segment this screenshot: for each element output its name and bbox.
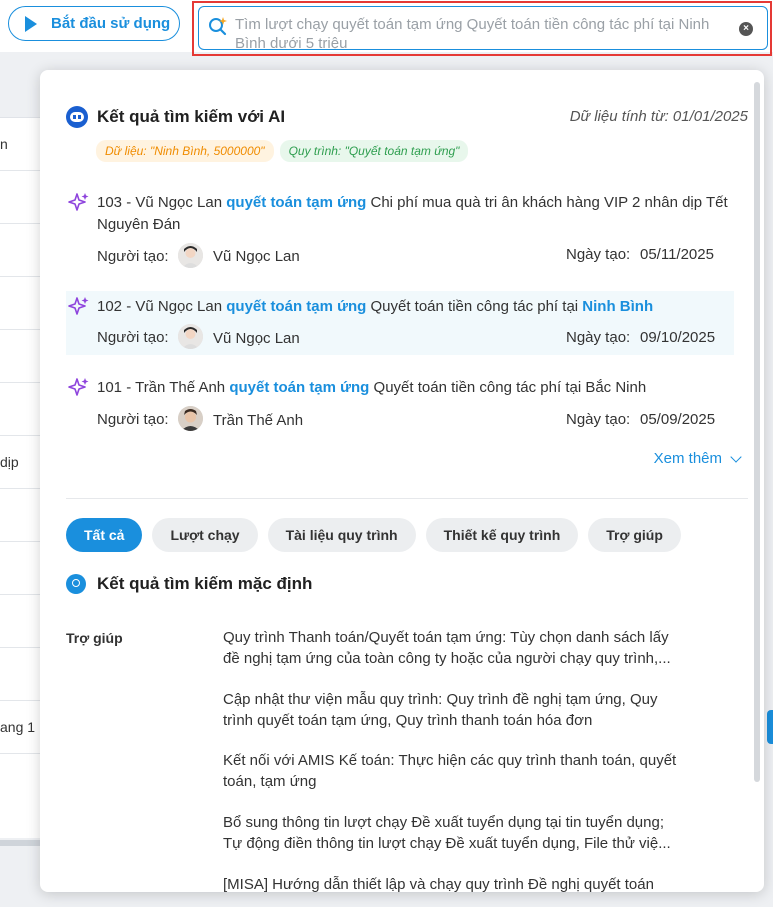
start-using-button[interactable]: Bắt đầu sử dụng xyxy=(8,6,180,41)
creator-label: Người tạo: xyxy=(97,411,169,428)
list-item: n xyxy=(0,118,40,171)
ai-result-title[interactable]: 103 - Vũ Ngọc Lan quyết toán tạm ứng Chi… xyxy=(97,192,729,236)
chevron-down-icon xyxy=(730,450,742,463)
help-result-item[interactable]: Quy trình Thanh toán/Quyết toán tạm ứng:… xyxy=(223,627,679,669)
ai-results-header: Kết quả tìm kiếm với AI xyxy=(66,106,285,128)
search-input[interactable]: Tìm lượt chạy quyết toán tạm ứng Quyết t… xyxy=(198,6,768,50)
avatar xyxy=(178,324,203,349)
see-more-label: Xem thêm xyxy=(653,450,722,467)
tab-all[interactable]: Tất cả xyxy=(66,518,143,552)
list-item: dịp xyxy=(0,436,40,489)
help-result-item[interactable]: Cập nhật thư viện mẫu quy trình: Quy trì… xyxy=(223,689,679,731)
background-list-header xyxy=(0,52,40,118)
ai-result-title[interactable]: 102 - Vũ Ngọc Lan quyết toán tạm ứng Quy… xyxy=(97,296,729,318)
tab-help[interactable]: Trợ giúp xyxy=(588,518,681,552)
ai-filter-chips: Dữ liệu: "Ninh Bình, 5000000" Quy trình:… xyxy=(96,140,469,162)
side-panel-handle[interactable] xyxy=(767,710,773,744)
play-icon xyxy=(25,15,37,32)
tab-process-docs[interactable]: Tài liệu quy trình xyxy=(267,518,416,552)
list-item: ang 1 xyxy=(0,701,40,754)
ai-result-item[interactable]: 102 - Vũ Ngọc Lan quyết toán tạm ứng Quy… xyxy=(66,291,734,355)
avatar xyxy=(178,406,203,431)
list-item xyxy=(0,224,40,277)
ai-search-icon xyxy=(209,17,227,36)
help-result-item[interactable]: Bổ sung thông tin lượt chạy Đề xuất tuyể… xyxy=(223,812,679,854)
tab-runs[interactable]: Lượt chạy xyxy=(152,518,258,552)
tab-process-design[interactable]: Thiết kế quy trình xyxy=(425,518,579,552)
creator-label: Người tạo: xyxy=(97,248,169,265)
list-item xyxy=(0,383,40,436)
data-date-note: Dữ liệu tính từ: 01/01/2025 xyxy=(569,108,748,125)
author-name: Vũ Ngọc Lan xyxy=(213,248,300,265)
created-date-value: 09/10/2025 xyxy=(640,329,716,346)
see-more-link[interactable]: Xem thêm xyxy=(653,450,742,467)
created-date-label: Ngày tạo: xyxy=(566,246,631,263)
created-date-value: 05/09/2025 xyxy=(640,411,716,428)
horizontal-scrollbar[interactable] xyxy=(0,840,40,846)
list-item xyxy=(0,489,40,542)
ai-result-title[interactable]: 101 - Trần Thế Anh quyết toán tạm ứng Qu… xyxy=(97,377,729,399)
search-result-icon xyxy=(66,574,86,594)
ai-bot-icon xyxy=(66,106,88,128)
background-list: n dịp ang 1 xyxy=(0,52,40,907)
ai-result-item[interactable]: 103 - Vũ Ngọc Lan quyết toán tạm ứng Chi… xyxy=(66,188,734,274)
created-date-label: Ngày tạo: xyxy=(566,411,631,428)
author-name: Vũ Ngọc Lan xyxy=(213,330,300,347)
result-type-tabs: Tất cả Lượt chạy Tài liệu quy trình Thiế… xyxy=(66,518,681,552)
data-filter-chip: Dữ liệu: "Ninh Bình, 5000000" xyxy=(96,140,274,162)
list-item xyxy=(0,595,40,648)
search-query-text[interactable]: Tìm lượt chạy quyết toán tạm ứng Quyết t… xyxy=(235,15,725,49)
ai-sparkle-icon xyxy=(68,193,89,211)
help-category-label: Trợ giúp xyxy=(66,630,123,646)
section-divider xyxy=(66,498,748,499)
start-using-label: Bắt đầu sử dụng xyxy=(51,15,171,32)
created-date-value: 05/11/2025 xyxy=(640,246,714,263)
created-date-label: Ngày tạo: xyxy=(566,329,631,346)
list-item xyxy=(0,648,40,701)
list-item xyxy=(0,171,40,224)
popup-scrollbar[interactable] xyxy=(754,82,760,782)
help-result-item[interactable]: [MISA] Hướng dẫn thiết lập và chạy quy t… xyxy=(223,874,679,892)
default-results-title: Kết quả tìm kiếm mặc định xyxy=(97,574,313,593)
ai-sparkle-icon xyxy=(68,297,89,315)
list-item xyxy=(0,330,40,383)
ai-sparkle-icon xyxy=(68,378,89,396)
clear-search-icon[interactable]: × xyxy=(739,22,753,36)
avatar xyxy=(178,243,203,268)
process-filter-chip: Quy trình: "Quyết toán tạm ứng" xyxy=(279,140,469,162)
ai-results-title: Kết quả tìm kiếm với AI xyxy=(97,107,286,126)
author-name: Trần Thế Anh xyxy=(213,412,304,429)
ai-result-item[interactable]: 101 - Trần Thế Anh quyết toán tạm ứng Qu… xyxy=(66,373,734,437)
help-result-item[interactable]: Kết nối với AMIS Kế toán: Thực hiện các … xyxy=(223,750,679,792)
search-results-popup: Kết quả tìm kiếm với AI Dữ liệu tính từ:… xyxy=(40,70,764,892)
list-item xyxy=(0,277,40,330)
list-item xyxy=(0,542,40,595)
creator-label: Người tạo: xyxy=(97,329,169,346)
top-toolbar: Bắt đầu sử dụng Tìm lượt chạy quyết toán… xyxy=(0,0,773,56)
default-results-header: Kết quả tìm kiếm mặc định xyxy=(66,574,312,594)
